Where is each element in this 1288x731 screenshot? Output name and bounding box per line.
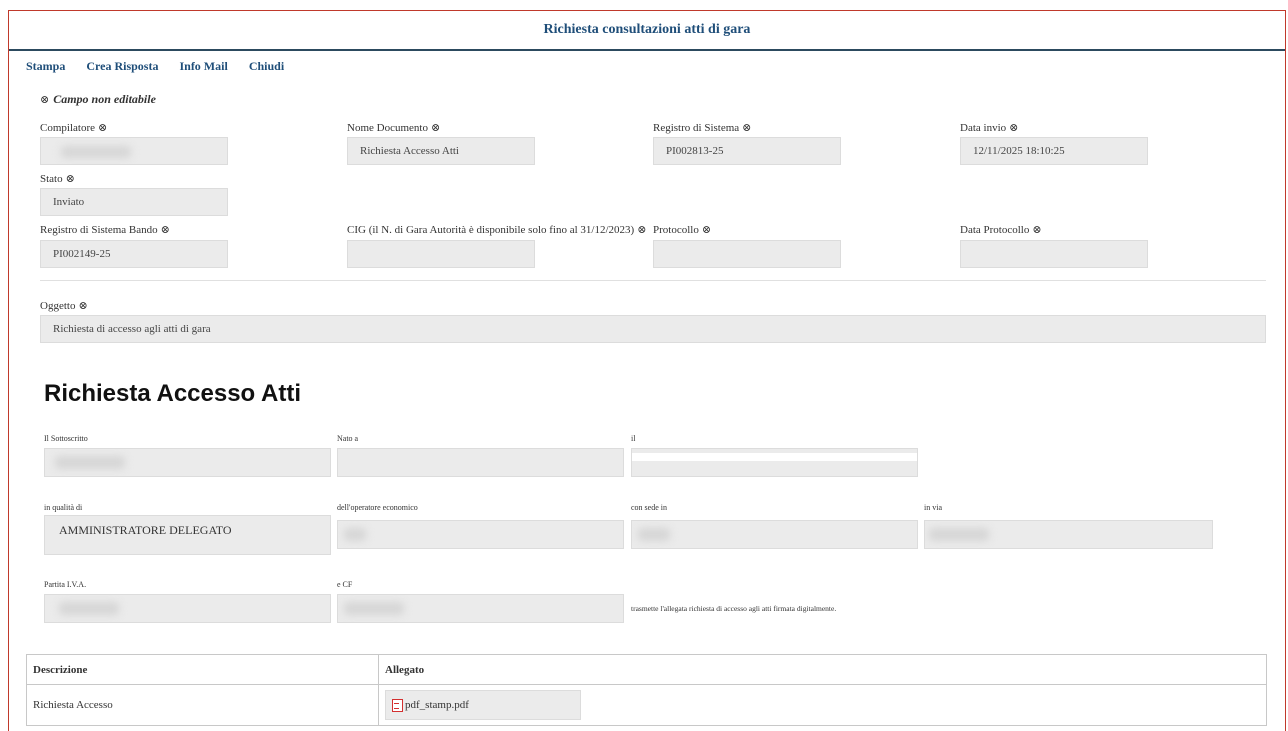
registro-bando-label: Registro di Sistema Bando ⊗ [40, 223, 170, 236]
in-qualita-field[interactable]: AMMINISTRATORE DELEGATO [44, 515, 331, 555]
sede-field[interactable] [631, 520, 918, 549]
nome-documento-label: Nome Documento ⊗ [347, 121, 440, 134]
cig-field [347, 240, 535, 268]
pdf-file-icon [392, 698, 403, 712]
data-protocollo-label-text: Data Protocollo [960, 224, 1030, 236]
sede-label: con sede in [631, 503, 667, 512]
protocollo-field [653, 240, 841, 268]
crea-risposta-link[interactable]: Crea Risposta [86, 59, 158, 73]
table-header: Descrizione Allegato [26, 654, 1267, 685]
non-editable-icon: ⊗ [1032, 224, 1042, 236]
il-label: il [631, 434, 636, 443]
sottoscritto-field[interactable] [44, 448, 331, 477]
nato-a-field[interactable] [337, 448, 624, 477]
data-invio-label: Data invio ⊗ [960, 121, 1018, 134]
registro-bando-label-text: Registro di Sistema Bando [40, 224, 158, 236]
piva-label: Partita I.V.A. [44, 580, 87, 589]
non-editable-icon: ⊗ [1009, 122, 1019, 134]
data-invio-field: 12/11/2025 18:10:25 [960, 137, 1148, 165]
redacted-value [344, 528, 366, 541]
attachment-link[interactable]: pdf_stamp.pdf [385, 690, 581, 720]
redacted-value [55, 456, 125, 469]
in-qualita-label: in qualità di [44, 503, 83, 512]
sottoscritto-label: Il Sottoscritto [44, 434, 88, 443]
via-label: in via [924, 503, 942, 512]
non-editable-icon: ⊗ [65, 173, 75, 185]
stato-label: Stato ⊗ [40, 172, 75, 185]
operatore-field[interactable] [337, 520, 624, 549]
col-descrizione: Descrizione [26, 654, 379, 685]
non-editable-icon: ⊗ [98, 122, 108, 134]
chiudi-link[interactable]: Chiudi [249, 59, 284, 73]
cig-label: CIG (il N. di Gara Autorità è disponibil… [347, 223, 646, 236]
operatore-label: dell'operatore economico [337, 503, 418, 512]
via-field[interactable] [924, 520, 1213, 549]
cig-label-text: CIG (il N. di Gara Autorità è disponibil… [347, 224, 635, 236]
registro-sistema-field: PI002813-25 [653, 137, 841, 165]
compilatore-field [40, 137, 228, 165]
nome-documento-label-text: Nome Documento [347, 122, 428, 134]
nome-documento-field: Richiesta Accesso Atti [347, 137, 535, 165]
protocollo-label: Protocollo ⊗ [653, 223, 711, 236]
non-editable-icon: ⊗ [742, 122, 752, 134]
table-row: Richiesta Accesso pdf_stamp.pdf [26, 684, 1267, 726]
toolbar: Stampa Crea Risposta Info Mail Chiudi [26, 59, 302, 74]
section-title: Richiesta Accesso Atti [44, 380, 301, 407]
col-allegato: Allegato [378, 654, 1267, 685]
registro-bando-field: PI002149-25 [40, 240, 228, 268]
compilatore-label-text: Compilatore [40, 122, 95, 134]
trasmette-text: trasmette l'allegata richiesta di access… [631, 604, 837, 613]
data-protocollo-field [960, 240, 1148, 268]
divider [40, 280, 1266, 281]
info-mail-link[interactable]: Info Mail [179, 59, 227, 73]
redacted-value [638, 528, 670, 541]
redacted-value [929, 528, 989, 541]
protocollo-label-text: Protocollo [653, 224, 699, 236]
page-title: Richiesta consultazioni atti di gara [9, 11, 1285, 51]
non-editable-icon: ⊗ [78, 300, 88, 312]
non-editable-icon: ⊗ [701, 224, 712, 236]
cf-field[interactable] [337, 594, 624, 623]
non-editable-note-text: Campo non editabile [53, 92, 156, 106]
data-invio-label-text: Data invio [960, 122, 1007, 134]
stato-label-text: Stato [40, 173, 63, 185]
non-editable-icon: ⊗ [637, 224, 647, 236]
date-input-strip [632, 453, 917, 461]
piva-field[interactable] [44, 594, 331, 623]
stampa-link[interactable]: Stampa [26, 59, 65, 73]
redacted-value [61, 146, 131, 158]
non-editable-icon: ⊗ [40, 94, 50, 106]
attachment-filename: pdf_stamp.pdf [405, 699, 469, 711]
compilatore-label: Compilatore ⊗ [40, 121, 107, 134]
cf-label: e CF [337, 580, 353, 589]
nato-a-label: Nato a [337, 434, 359, 443]
oggetto-label: Oggetto ⊗ [40, 299, 88, 312]
non-editable-note: ⊗ Campo non editabile [40, 92, 156, 107]
oggetto-label-text: Oggetto [40, 300, 76, 312]
row-descrizione: Richiesta Accesso [26, 684, 379, 726]
data-protocollo-label: Data Protocollo ⊗ [960, 223, 1042, 236]
registro-sistema-label-text: Registro di Sistema [653, 122, 740, 134]
data-nascita-field[interactable] [631, 448, 918, 477]
oggetto-field: Richiesta di accesso agli atti di gara [40, 315, 1266, 343]
non-editable-icon: ⊗ [160, 224, 170, 236]
redacted-value [344, 602, 404, 615]
redacted-value [59, 602, 119, 615]
row-allegato: pdf_stamp.pdf [378, 684, 1267, 726]
stato-field: Inviato [40, 188, 228, 216]
registro-sistema-label: Registro di Sistema ⊗ [653, 121, 751, 134]
non-editable-icon: ⊗ [430, 122, 441, 134]
attachments-table: Descrizione Allegato Richiesta Accesso p… [26, 654, 1267, 726]
